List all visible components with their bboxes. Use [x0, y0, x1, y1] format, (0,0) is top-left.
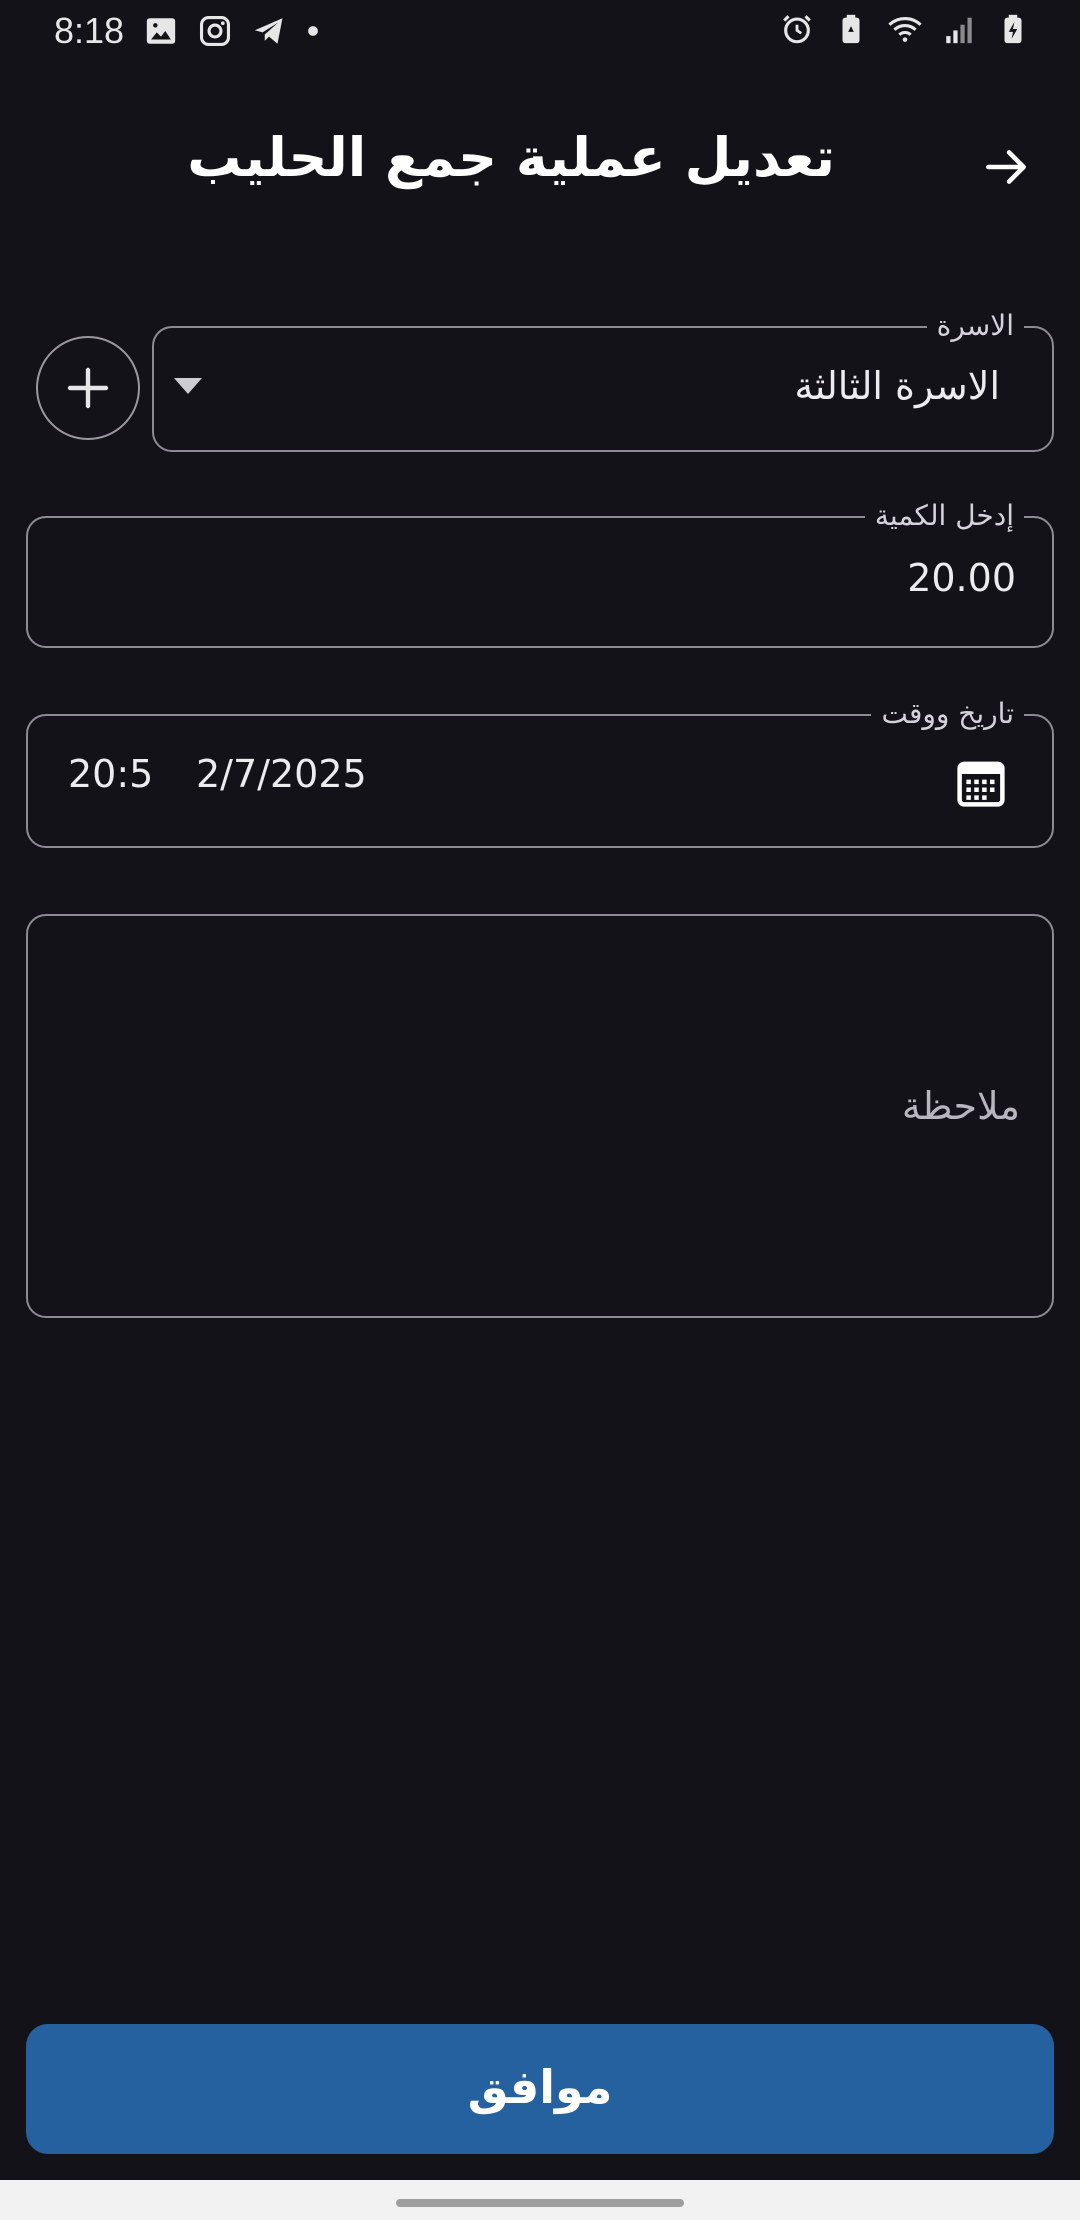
quantity-value: 20.00	[907, 556, 1016, 600]
page-title: تعديل عملية جمع الحليب	[187, 126, 835, 189]
battery-saver-icon	[842, 14, 860, 44]
plus-icon	[67, 367, 109, 409]
image-icon	[146, 18, 176, 44]
arrow-right-icon[interactable]	[982, 142, 1032, 192]
dot-icon	[308, 26, 318, 36]
datetime-input[interactable]: تاريخ ووقت 20:5 2/7/2025	[26, 696, 1054, 848]
instagram-icon	[199, 15, 231, 47]
date-value: 2/7/2025	[196, 752, 367, 796]
status-bar: 8:18	[0, 0, 1080, 64]
home-gesture-handle[interactable]	[396, 2199, 684, 2207]
wifi-icon	[888, 17, 922, 42]
family-value: الاسرة الثالثة	[794, 364, 1000, 408]
add-family-button[interactable]	[36, 336, 140, 440]
note-textarea[interactable]: ملاحظة	[26, 914, 1054, 1318]
status-left-icons	[144, 14, 320, 48]
family-label: الاسرة	[926, 308, 1024, 344]
quantity-label: إدخل الكمية	[864, 498, 1024, 534]
alarm-icon	[783, 15, 811, 44]
chevron-down-icon	[174, 378, 202, 394]
quantity-input[interactable]: إدخل الكمية 20.00	[26, 498, 1054, 648]
calendar-icon[interactable]	[954, 756, 1008, 810]
signal-icon	[946, 17, 972, 44]
navigation-bar	[0, 2180, 1080, 2220]
telegram-icon	[254, 18, 283, 44]
ok-button[interactable]: موافق	[26, 2024, 1054, 2154]
note-placeholder: ملاحظة	[901, 1084, 1020, 1128]
status-time: 8:18	[54, 10, 125, 51]
time-value: 20:5	[68, 752, 154, 796]
app-header: تعديل عملية جمع الحليب	[0, 120, 1080, 220]
status-right-icons	[780, 12, 1030, 46]
battery-charging-icon	[1004, 14, 1022, 44]
family-dropdown[interactable]: الاسرة الاسرة الثالثة	[152, 308, 1054, 452]
datetime-label: تاريخ ووقت	[871, 696, 1024, 732]
